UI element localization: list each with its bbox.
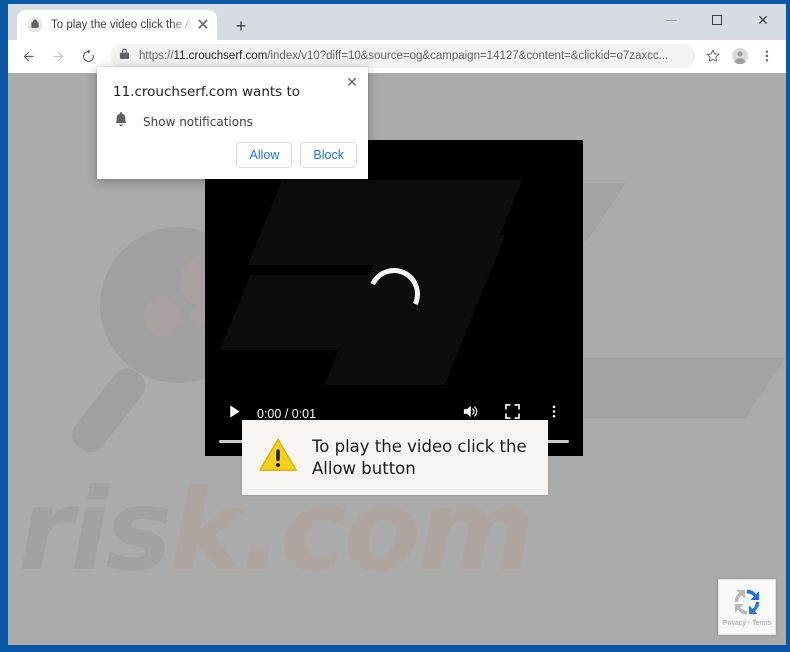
- lock-icon: [119, 47, 131, 65]
- minimize-button[interactable]: [648, 4, 694, 36]
- video-instruction-box: To play the video click the Allow button: [242, 420, 548, 495]
- dialog-permission-option: Show notifications: [113, 111, 253, 133]
- video-player[interactable]: 0:00 / 0:01: [205, 140, 583, 456]
- star-icon: [705, 48, 721, 64]
- video-time-display: 0:00 / 0:01: [257, 407, 317, 421]
- browser-menu-button[interactable]: [754, 43, 780, 69]
- instruction-line-1: To play the video click the: [312, 437, 527, 457]
- profile-avatar-icon: [731, 47, 749, 65]
- recaptcha-badge[interactable]: Privacy - Terms: [718, 579, 776, 635]
- permission-option-label: Show notifications: [143, 115, 253, 129]
- bookmark-button[interactable]: [700, 43, 726, 69]
- maximize-icon: [712, 15, 722, 25]
- notification-permission-dialog: ✕ 11.crouchserf.com wants to Show notifi…: [97, 67, 368, 179]
- url-path: /index/v10?diff=10&source=og&campaign=14…: [267, 50, 669, 62]
- browser-window: To play the video click the Allow ✕ + ✕: [8, 4, 786, 645]
- close-window-button[interactable]: ✕: [740, 4, 786, 36]
- window-frame: To play the video click the Allow ✕ + ✕: [0, 0, 790, 652]
- play-icon: [227, 404, 242, 424]
- reload-icon: [80, 48, 97, 65]
- bell-icon: [113, 111, 129, 133]
- url-text: https://11.crouchserf.com/index/v10?diff…: [139, 50, 685, 62]
- recaptcha-logo-icon: [730, 585, 764, 619]
- close-icon: ✕: [757, 12, 769, 28]
- dialog-title: 11.crouchserf.com wants to: [113, 84, 301, 100]
- profile-button[interactable]: [727, 43, 753, 69]
- loading-spinner-icon: [360, 260, 428, 328]
- warning-triangle-icon: [258, 437, 298, 478]
- globe-icon: [27, 17, 43, 33]
- tab-close-icon[interactable]: ✕: [195, 17, 211, 34]
- instruction-text: To play the video click the Allow button: [312, 436, 527, 478]
- tab-strip: To play the video click the Allow ✕ + ✕: [8, 4, 786, 40]
- dialog-close-icon[interactable]: ✕: [342, 72, 362, 92]
- minimize-icon: [665, 19, 677, 21]
- new-tab-button[interactable]: +: [229, 14, 253, 38]
- instruction-line-2: Allow button: [312, 458, 416, 478]
- dialog-actions: Allow Block: [236, 142, 357, 168]
- back-arrow-icon: [20, 48, 37, 65]
- allow-button[interactable]: Allow: [236, 142, 293, 168]
- reload-button[interactable]: [74, 42, 102, 70]
- back-button[interactable]: [14, 42, 42, 70]
- block-button[interactable]: Block: [300, 142, 357, 168]
- window-controls: ✕: [648, 4, 786, 36]
- tab-title: To play the video click the Allow: [51, 19, 193, 31]
- maximize-button[interactable]: [694, 4, 740, 36]
- forward-button[interactable]: [44, 42, 72, 70]
- forward-arrow-icon: [50, 48, 67, 65]
- url-host: 11.crouchserf.com: [173, 50, 268, 62]
- recaptcha-terms-text[interactable]: Privacy - Terms: [723, 620, 771, 627]
- three-dot-menu-icon: [759, 48, 775, 64]
- browser-tab[interactable]: To play the video click the Allow ✕: [17, 10, 217, 40]
- url-scheme: https://: [139, 50, 174, 62]
- address-bar[interactable]: https://11.crouchserf.com/index/v10?diff…: [110, 44, 695, 68]
- three-dot-vertical-icon: [547, 404, 561, 424]
- watermark-left: ris: [18, 466, 172, 596]
